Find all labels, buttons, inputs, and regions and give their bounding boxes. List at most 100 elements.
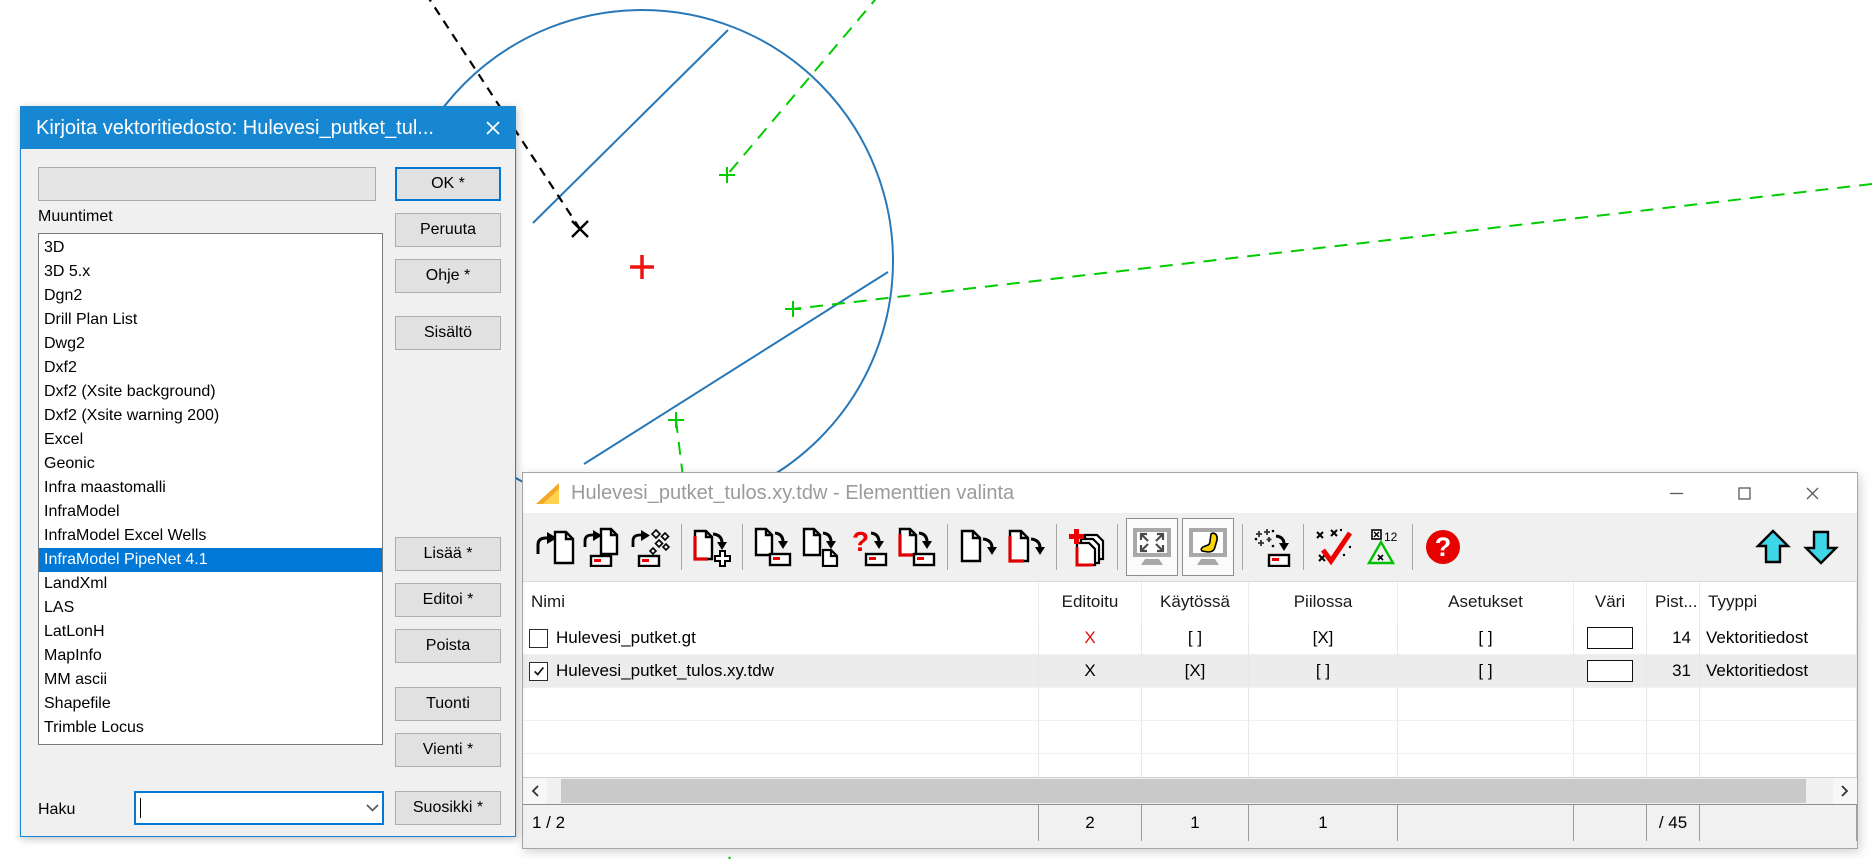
filename-input[interactable] [38,167,376,201]
new-file-button[interactable] [1063,520,1111,574]
cell-piilossa[interactable]: [ ] [1249,655,1398,688]
move-down-button[interactable] [1797,520,1845,574]
content-button[interactable]: Sisältö [395,316,501,350]
save-file-as-icon [801,527,841,567]
converter-listbox[interactable]: 3D3D 5.xDgn2Drill Plan ListDwg2Dxf2Dxf2 … [38,233,383,745]
save-active-file-button[interactable] [893,520,941,574]
converter-item[interactable]: InfraModel PipeNet 4.1 [39,548,382,572]
converter-item[interactable]: Shapefile [39,692,382,716]
triangulation-button[interactable] [1358,520,1406,574]
open-pointcloud-button[interactable] [627,520,675,574]
search-label: Haku [38,801,75,819]
write-file-icon [958,527,998,567]
close-icon[interactable] [1789,478,1835,508]
converter-item[interactable]: Infra maastomalli [39,476,382,500]
file-name: Hulevesi_putket.gt [556,628,696,648]
converter-item[interactable]: LatLonH [39,620,382,644]
converter-item[interactable]: MM ascii [39,668,382,692]
horizontal-scrollbar[interactable] [523,777,1857,804]
cell-asetukset[interactable]: [ ] [1398,655,1574,688]
table-row[interactable]: Hulevesi_putket_tulos.xy.tdwX[X][ ][ ]31… [523,655,1857,688]
scroll-left-icon[interactable] [523,778,547,804]
zoom-extents-button[interactable] [1126,518,1178,576]
converter-item[interactable]: LandXml [39,572,382,596]
converter-item[interactable]: Excel [39,428,382,452]
scrollbar-thumb[interactable] [561,779,1806,803]
check-points-button[interactable] [1310,520,1358,574]
minimize-icon[interactable] [1653,478,1699,508]
save-file-as-button[interactable] [797,520,845,574]
search-combobox[interactable] [134,791,384,825]
favorite-button[interactable]: Suosikki * [395,791,501,825]
cell-piilossa[interactable]: [X] [1249,622,1398,655]
column-header-3[interactable]: Käytössä [1142,582,1249,622]
cell-kaytossa[interactable]: [ ] [1142,622,1249,655]
scrollbar-track[interactable] [547,778,1833,804]
cell-kaytossa[interactable]: [X] [1142,655,1249,688]
column-header-4[interactable]: Piilossa [1249,582,1398,622]
color-swatch[interactable] [1587,660,1633,682]
converter-item[interactable]: Drill Plan List [39,308,382,332]
row-checkbox[interactable] [529,629,548,648]
color-swatch[interactable] [1587,627,1633,649]
column-header-7[interactable]: Pist... [1647,582,1700,622]
converter-item[interactable]: Dxf2 (Xsite background) [39,380,382,404]
write-file-button[interactable] [954,520,1002,574]
maximize-icon[interactable] [1721,478,1767,508]
converter-item[interactable]: Dgn2 [39,284,382,308]
converter-item[interactable]: InfraModel Excel Wells [39,524,382,548]
converter-item[interactable]: Dwg2 [39,332,382,356]
save-active-file-icon [897,527,937,567]
column-header-6[interactable]: Väri [1574,582,1647,622]
red-cross-marker[interactable] [630,255,654,279]
cancel-button[interactable]: Peruuta [395,213,501,247]
converter-item[interactable]: 3D [39,236,382,260]
cell-tyyppi: Vektoritiedost [1700,655,1857,688]
row-checkbox[interactable] [529,662,548,681]
import-button[interactable]: Tuonti [395,687,501,721]
open-file-to-disk-icon [583,527,623,567]
selection-window-titlebar[interactable]: Hulevesi_putket_tulos.xy.tdw - Elementti… [523,473,1857,513]
write-active-file-icon [1006,527,1046,567]
column-header-5[interactable]: Asetukset [1398,582,1574,622]
pipe-line[interactable] [584,272,888,464]
column-header-1[interactable]: Nimi [523,582,1039,622]
add-file-icon [692,527,732,567]
save-query-icon [849,527,889,567]
table-row[interactable]: Hulevesi_putket.gtX[ ][X][ ]14Vektoritie… [523,622,1857,655]
chevron-down-icon[interactable] [361,804,383,812]
save-points-button[interactable] [1249,520,1297,574]
pipe-line[interactable] [533,30,728,223]
save-file-button[interactable] [749,520,797,574]
write-active-file-button[interactable] [1002,520,1050,574]
converter-item[interactable]: MapInfo [39,644,382,668]
add-button[interactable]: Lisää * [395,537,501,571]
converter-item[interactable]: 3D 5.x [39,260,382,284]
converter-item[interactable]: LAS [39,596,382,620]
column-header-2[interactable]: Editoitu [1039,582,1142,622]
close-icon[interactable] [485,120,501,136]
converter-item[interactable]: Geonic [39,452,382,476]
search-input[interactable] [141,799,361,817]
help-button[interactable]: Ohje * [395,259,501,293]
converter-item[interactable]: Dxf2 (Xsite warning 200) [39,404,382,428]
move-up-button[interactable] [1749,520,1797,574]
scroll-right-icon[interactable] [1833,778,1857,804]
save-query-button[interactable] [845,520,893,574]
add-file-button[interactable] [688,520,736,574]
cell-asetukset[interactable]: [ ] [1398,622,1574,655]
x-marker[interactable] [572,221,588,237]
open-file-button[interactable] [531,520,579,574]
open-file-to-disk-button[interactable] [579,520,627,574]
column-header-8[interactable]: Tyyppi [1700,582,1857,622]
converter-item[interactable]: InfraModel [39,500,382,524]
ok-button[interactable]: OK * [395,167,501,201]
edit-button[interactable]: Editoi * [395,583,501,617]
converter-item[interactable]: Trimble Locus [39,716,382,740]
export-dialog-titlebar[interactable]: Kirjoita vektoritiedosto: Hulevesi_putke… [21,107,515,149]
converter-item[interactable]: Dxf2 [39,356,382,380]
help-button[interactable] [1419,520,1467,574]
show-on-screen-button[interactable] [1182,518,1234,576]
delete-button[interactable]: Poista [395,629,501,663]
export-button[interactable]: Vienti * [395,733,501,767]
